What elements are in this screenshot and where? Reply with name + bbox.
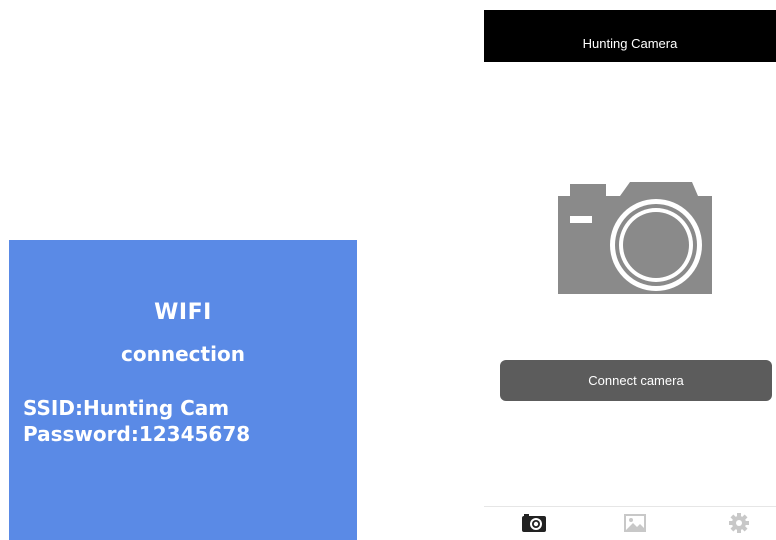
wifi-title: WIFI <box>154 300 212 325</box>
bottom-tab-bar <box>484 506 776 540</box>
wifi-info-panel: WIFI connection SSID:Hunting Cam Passwor… <box>9 240 357 540</box>
camera-icon <box>558 182 712 294</box>
wifi-subtitle: connection <box>121 342 245 366</box>
tab-gallery[interactable] <box>623 512 647 534</box>
wifi-ssid: SSID:Hunting Cam <box>23 396 230 420</box>
gear-icon <box>729 513 749 533</box>
app-header: Hunting Camera <box>484 10 776 62</box>
app-title: Hunting Camera <box>582 36 678 51</box>
camera-illustration-svg <box>558 182 712 294</box>
wifi-password: Password:12345678 <box>23 422 251 446</box>
image-icon <box>624 514 646 532</box>
tab-settings[interactable] <box>727 512 751 534</box>
tab-camera[interactable] <box>522 512 546 534</box>
app-screen: Hunting Camera Connect camera <box>484 10 776 540</box>
screenshot-stage: WIFI connection SSID:Hunting Cam Passwor… <box>0 0 776 540</box>
camera-tab-icon <box>522 514 546 532</box>
connect-camera-button[interactable]: Connect camera <box>500 360 772 401</box>
